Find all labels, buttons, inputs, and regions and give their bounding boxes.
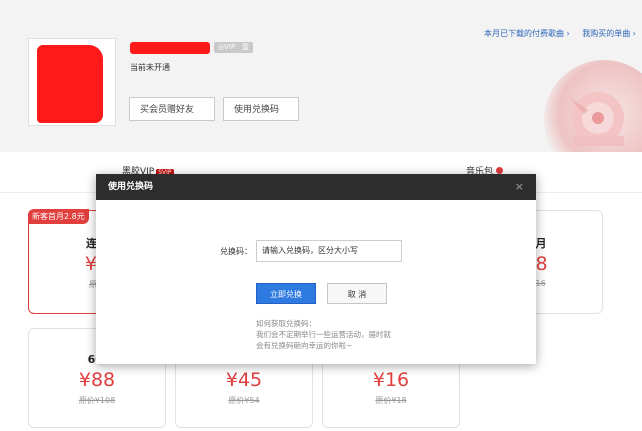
use-redeem-code-button[interactable]: 使用兑换码 (223, 97, 299, 121)
purchased-singles-link[interactable]: 我购买的单曲 › (582, 29, 636, 38)
plan-original-price: 原价¥18 (375, 396, 407, 405)
plan-price: ¥88 (78, 369, 116, 391)
plan-original-price: 原价¥54 (228, 396, 260, 405)
new-user-promo-badge: 新客首月2.8元 (28, 209, 89, 224)
help-line: 我们会不定期举行一些运营活动，届时就 (256, 330, 391, 339)
gift-membership-button[interactable]: 买会员赠好友 (129, 97, 215, 121)
help-line: 会有兑换码砸向幸运的你啦~ (256, 341, 353, 350)
username-redacted (130, 42, 210, 54)
plan-price: ¥16 (372, 369, 410, 391)
header-links: 本月已下载的付费歌曲 › 我购买的单曲 › (474, 28, 636, 39)
dialog-title-bar: 使用兑换码 × (96, 174, 536, 200)
membership-status: 当前未开通 (130, 63, 170, 72)
vip-level-badge: ◎VIP · 壹 (214, 42, 253, 53)
downloaded-songs-link[interactable]: 本月已下载的付费歌曲 › (484, 29, 570, 38)
redeem-code-dialog: 使用兑换码 × 兑换码： 请输入兑换码，区分大小写 立即兑换 取 消 如何获取兑… (96, 174, 536, 364)
cancel-button[interactable]: 取 消 (327, 283, 387, 304)
help-title: 如何获取兑换码： (256, 319, 316, 328)
redeem-now-button[interactable]: 立即兑换 (256, 283, 316, 304)
plan-price: ¥45 (225, 369, 263, 391)
redeem-help-text: 如何获取兑换码： 我们会不定期举行一些运营活动，届时就 会有兑换码砸向幸运的你啦… (256, 318, 391, 351)
close-icon[interactable]: × (515, 174, 524, 200)
gramophone-icon (570, 92, 624, 146)
redeem-code-label: 兑换码： (220, 247, 252, 256)
redeem-code-input[interactable]: 请输入兑换码，区分大小写 (256, 240, 402, 262)
account-header: 本月已下载的付费歌曲 › 我购买的单曲 › ◎VIP · 壹 当前未开通 买会员… (0, 0, 642, 152)
notification-dot (496, 167, 504, 174)
dialog-title: 使用兑换码 (108, 182, 154, 192)
avatar-image (37, 45, 103, 123)
avatar (28, 38, 116, 126)
plan-original-price: 原价¥108 (78, 396, 116, 405)
